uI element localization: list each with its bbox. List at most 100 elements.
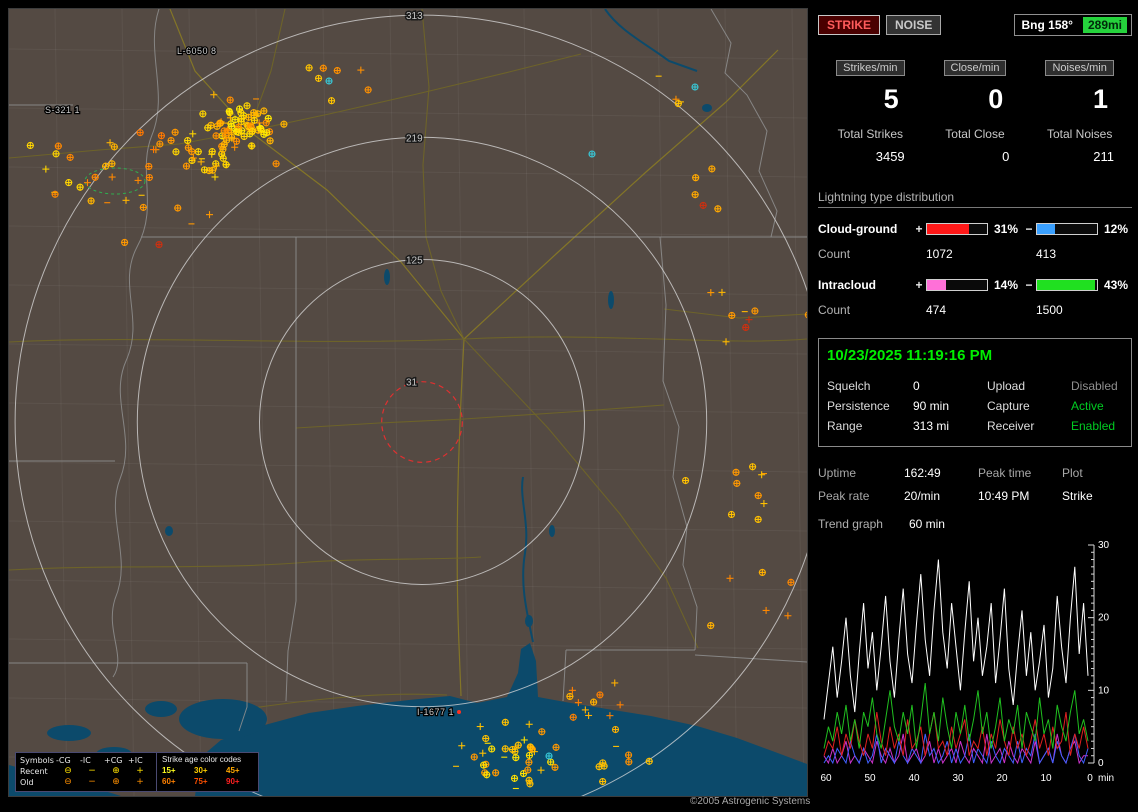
strike-symbol [184,144,192,152]
strike-symbol [156,140,164,148]
trend-x-label: 50 [864,773,876,784]
peak-rate-row: Peak rate 20/min 10:49 PM Strike [818,484,1132,507]
reservoir-5 [702,104,712,112]
close-per-min-button[interactable]: Close/min [943,60,1007,76]
strike-symbol [26,141,34,150]
range-label: Range [827,419,863,433]
strike-symbol [327,97,336,105]
strike-symbol [66,153,74,161]
uptime-row: Uptime 162:49 Peak time Plot [818,461,1132,484]
strike-symbol [728,311,736,319]
ic-plus-pct: 14% [994,277,1019,292]
strike-symbol [470,753,478,761]
strike-symbol [76,183,84,191]
app-window: 31 125 219 313 L-6050 8 S-321 1 I-1677 1 Symb… [0,0,1138,812]
squelch-label: Squelch [827,379,871,393]
trend-y-label: 30 [1098,540,1110,551]
strike-symbol [157,132,165,140]
trend-header: Trend graph 60 min [818,517,1132,531]
strike-symbol [280,120,288,128]
status-section: 10/23/2025 11:19:16 PM Squelch 0 Upload … [818,338,1132,447]
cg-minus-pct: 12% [1104,221,1129,236]
copyright: ©2005 Astrogenic Systems [690,796,811,807]
strike-symbol [260,107,268,115]
strike-symbol [519,770,528,778]
storm-cell-marker [457,710,461,714]
trend-x-unit: min [1098,773,1114,784]
trend-window-value: 60 min [908,517,945,531]
strike-symbol [199,110,207,118]
strike-symbol [155,241,163,249]
strike-symbol [526,780,534,788]
strike-symbol [754,515,762,523]
strike-symbol [508,745,517,754]
strike-symbol [91,173,99,181]
bearing-distance-badge: 289mi [1082,17,1127,33]
strike-symbol [547,758,555,766]
strike-button[interactable]: STRIKE [818,15,881,35]
strike-symbol [235,105,244,113]
uptime-section: Uptime 162:49 Peak time Plot Peak rate 2… [818,461,1132,507]
strike-symbol [732,468,740,476]
reservoir-1 [384,269,390,285]
legend-row-old: Old [20,778,34,787]
strike-symbol [525,758,533,766]
strike-symbol [188,148,196,156]
recent-cg-neg-icon: ⊖ [64,766,72,776]
settings-row: Squelch 0 Upload Disabled [827,376,1123,396]
noise-button[interactable]: NOISE [886,15,942,35]
strikes-per-min-button[interactable]: Strikes/min [836,60,905,76]
strike-symbol [333,66,341,75]
age-90: 90+ [226,777,240,786]
trend-y-label: 0 [1098,758,1104,769]
strike-symbol [758,568,766,576]
bearing-display[interactable]: Bng 158° 289mi [1014,14,1132,36]
strike-symbol [733,479,741,487]
peak-time-value: 10:49 PM [978,488,1030,503]
old-cg-neg-icon: ⊖ [64,777,72,787]
strike-symbol [212,132,220,140]
trend-graph-label: Trend graph [818,517,883,531]
distribution-section: Cloud-ground + 31% − 12% Count 1072 413 … [818,216,1132,322]
count-label: Count [818,302,851,317]
legend-col--ic: -IC [80,756,91,765]
strike-symbol [204,124,212,132]
cloud-ground-label: Cloud-ground [818,221,898,236]
strike-symbol [510,774,519,782]
persistence-value: 90 min [913,399,950,413]
strike-symbol [538,728,546,736]
strike-symbol [52,150,60,158]
strikes-per-min-column: Strikes/min 5 Total Strikes 3459 [818,60,923,164]
strike-symbol [200,166,209,174]
strike-symbol [172,148,180,156]
recent-ic-neg-icon: − [88,766,96,776]
uptime-label: Uptime [818,465,857,480]
old-ic-pos-icon: + [136,777,144,787]
strike-symbol [492,769,500,777]
ic-plus-bar [926,278,988,291]
reservoir-6 [165,526,173,536]
strike-symbol [263,129,271,137]
strike-symbol [237,109,245,117]
settings-row: Persistence 90 min Capture Active [827,396,1123,416]
minus-sign: − [1025,277,1033,292]
noises-per-min-value: 1 [1092,84,1108,114]
strike-symbol [325,77,333,85]
map-area[interactable]: 31 125 219 313 L-6050 8 S-321 1 I-1677 1 Symb… [8,8,808,797]
age-30: 30+ [194,766,208,775]
age-15: 15+ [162,766,176,775]
reservoir-2 [608,291,614,309]
intracloud-label: Intracloud [818,277,877,292]
strike-symbol [51,190,59,198]
ic-minus-pct: 43% [1104,277,1129,292]
noises-per-min-button[interactable]: Noises/min [1045,60,1114,76]
strike-symbol [691,83,699,91]
strike-symbol [742,323,750,332]
strike-symbol [209,166,217,174]
strike-symbol [226,96,234,104]
lightning-map[interactable]: 31 125 219 313 L-6050 8 S-321 1 I-1677 1 [9,9,807,796]
upload-status: Disabled [1071,379,1118,393]
strike-symbol [216,119,224,127]
strike-symbol [225,107,233,115]
plus-sign: + [915,277,923,292]
